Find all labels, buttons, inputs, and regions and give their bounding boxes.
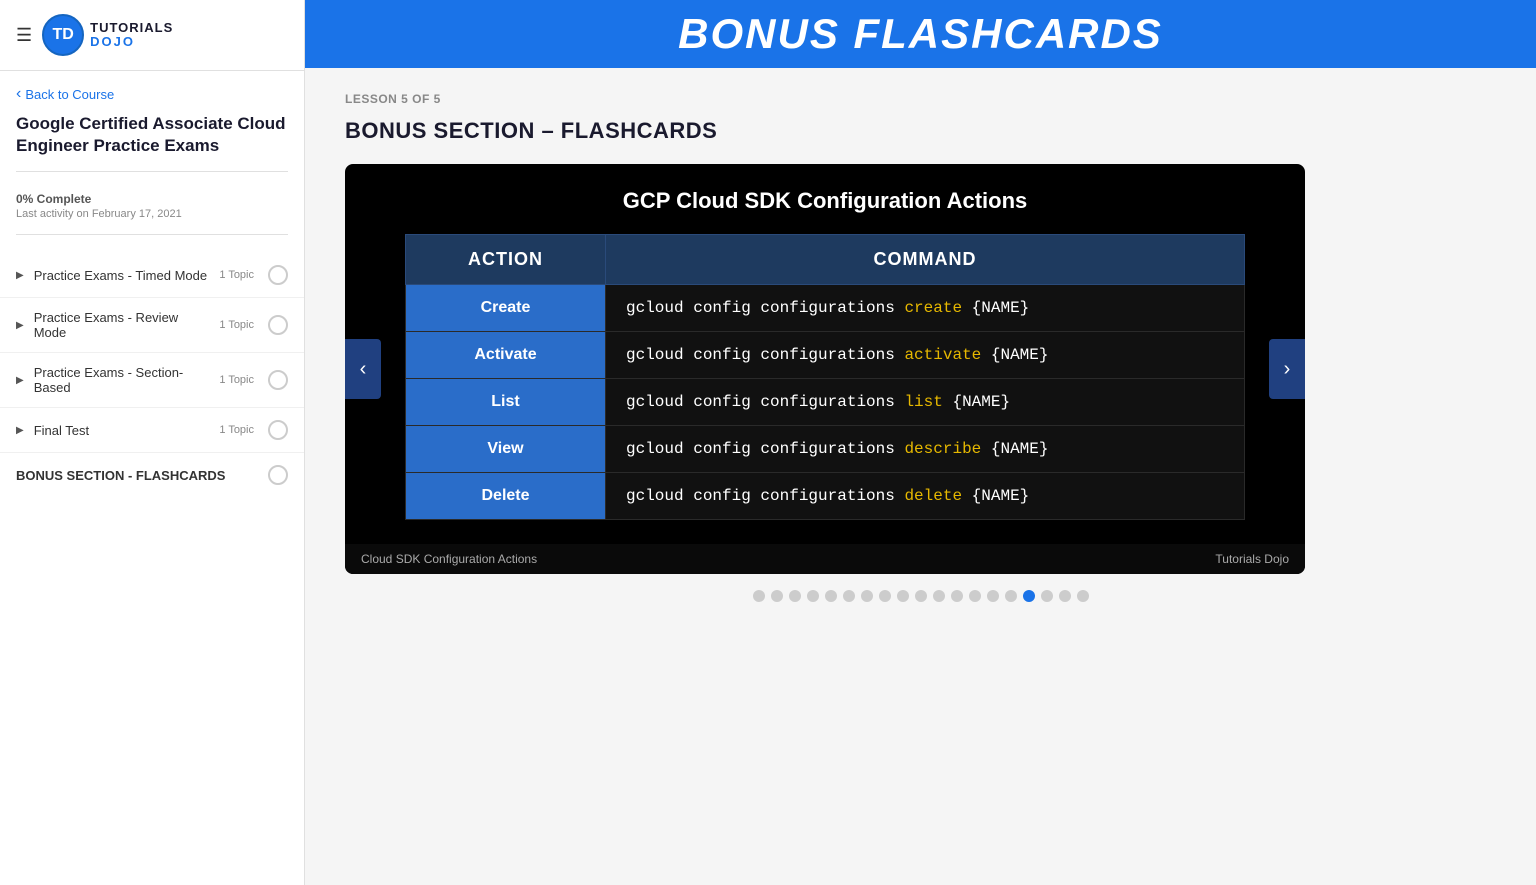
slide-dot[interactable]: [843, 590, 855, 602]
sidebar-item-timed-mode[interactable]: ▶ Practice Exams - Timed Mode 1 Topic: [0, 253, 304, 298]
nav-topic-count: 1 Topic: [219, 269, 254, 281]
nav-topic-count: 1 Topic: [219, 374, 254, 386]
slide-dot[interactable]: [807, 590, 819, 602]
sidebar: ☰ TD TUTORIALS DOJO Back to Course Googl…: [0, 0, 305, 885]
section-heading: BONUS SECTION – FLASHCARDS: [345, 118, 1496, 144]
nav-topic-count: 1 Topic: [219, 319, 254, 331]
slide-dot[interactable]: [861, 590, 873, 602]
table-row: Listgcloud config configurations list {N…: [406, 379, 1245, 426]
nav-item-label: Final Test: [34, 423, 212, 438]
sidebar-item-section-based[interactable]: ▶ Practice Exams - Section-Based 1 Topic: [0, 353, 304, 408]
prev-slide-button[interactable]: ‹: [345, 339, 381, 399]
slide-dot[interactable]: [1077, 590, 1089, 602]
command-cell: gcloud config configurations activate {N…: [606, 332, 1245, 379]
content-area: LESSON 5 OF 5 BONUS SECTION – FLASHCARDS…: [305, 68, 1536, 626]
next-slide-button[interactable]: ›: [1269, 339, 1305, 399]
bonus-item-label: BONUS SECTION - FLASHCARDS: [16, 468, 260, 483]
main-content: BONUS FLASHCARDS LESSON 5 OF 5 BONUS SEC…: [305, 0, 1536, 885]
table-row: Activategcloud config configurations act…: [406, 332, 1245, 379]
top-banner: BONUS FLASHCARDS: [305, 0, 1536, 68]
nav-item-label: Practice Exams - Section-Based: [34, 365, 212, 395]
last-activity: Last activity on February 17, 2021: [16, 208, 288, 220]
nav-topic-count: 1 Topic: [219, 424, 254, 436]
command-cell: gcloud config configurations list {NAME}: [606, 379, 1245, 426]
completion-circle: [268, 315, 288, 335]
action-cell: List: [406, 379, 606, 426]
sidebar-item-final-test[interactable]: ▶ Final Test 1 Topic: [0, 408, 304, 453]
table-header-row: ACTION COMMAND: [406, 235, 1245, 285]
chevron-right-icon: ▶: [16, 425, 24, 436]
action-cell: View: [406, 426, 606, 473]
completion-circle: [268, 465, 288, 485]
slide-dot[interactable]: [897, 590, 909, 602]
logo-icon: TD: [42, 14, 84, 56]
slide-dot[interactable]: [1059, 590, 1071, 602]
slide-dots: [345, 590, 1496, 602]
back-to-course-button[interactable]: Back to Course: [16, 85, 288, 103]
slide-dot[interactable]: [951, 590, 963, 602]
logo-dojo: DOJO: [90, 35, 173, 49]
command-cell: gcloud config configurations describe {N…: [606, 426, 1245, 473]
table-row: Deletegcloud config configurations delet…: [406, 473, 1245, 520]
slide-dot[interactable]: [1041, 590, 1053, 602]
slide-dot[interactable]: [915, 590, 927, 602]
slide-dot[interactable]: [771, 590, 783, 602]
slide-dot[interactable]: [753, 590, 765, 602]
flashcard-inner: GCP Cloud SDK Configuration Actions ACTI…: [345, 164, 1305, 544]
completion-circle: [268, 420, 288, 440]
sidebar-item-review-mode[interactable]: ▶ Practice Exams - Review Mode 1 Topic: [0, 298, 304, 353]
slide-dot[interactable]: [969, 590, 981, 602]
command-cell: gcloud config configurations delete {NAM…: [606, 473, 1245, 520]
flashcard-footer: Cloud SDK Configuration Actions Tutorial…: [345, 544, 1305, 574]
progress-text: 0% Complete: [16, 192, 288, 206]
completion-circle: [268, 265, 288, 285]
logo-text: TUTORIALS DOJO: [90, 21, 173, 50]
flashcard-container: ‹ GCP Cloud SDK Configuration Actions AC…: [345, 164, 1305, 574]
progress-section: 0% Complete Last activity on February 17…: [16, 192, 288, 235]
chevron-right-icon: ▶: [16, 270, 24, 281]
slide-dot[interactable]: [825, 590, 837, 602]
slide-dot[interactable]: [1005, 590, 1017, 602]
slide-dot[interactable]: [1023, 590, 1035, 602]
slide-dot[interactable]: [987, 590, 999, 602]
action-cell: Activate: [406, 332, 606, 379]
flashcard-table: ACTION COMMAND Creategcloud config confi…: [405, 234, 1245, 520]
lesson-info: LESSON 5 OF 5: [345, 92, 1496, 106]
footer-left: Cloud SDK Configuration Actions: [361, 552, 537, 566]
chevron-right-icon: ▶: [16, 375, 24, 386]
sidebar-nav: ▶ Practice Exams - Timed Mode 1 Topic ▶ …: [0, 249, 304, 501]
slide-dot[interactable]: [879, 590, 891, 602]
slide-dot[interactable]: [789, 590, 801, 602]
col-command-header: COMMAND: [606, 235, 1245, 285]
action-cell: Delete: [406, 473, 606, 520]
action-cell: Create: [406, 285, 606, 332]
col-action-header: ACTION: [406, 235, 606, 285]
sidebar-header: ☰ TD TUTORIALS DOJO: [0, 0, 304, 71]
logo: TD TUTORIALS DOJO: [42, 14, 173, 56]
slide-dot[interactable]: [933, 590, 945, 602]
logo-tutorials: TUTORIALS: [90, 21, 173, 35]
course-title: Google Certified Associate Cloud Enginee…: [16, 113, 288, 172]
table-row: Creategcloud config configurations creat…: [406, 285, 1245, 332]
table-row: Viewgcloud config configurations describ…: [406, 426, 1245, 473]
completion-circle: [268, 370, 288, 390]
footer-right: Tutorials Dojo: [1215, 552, 1289, 566]
flashcard-title: GCP Cloud SDK Configuration Actions: [405, 188, 1245, 214]
sidebar-item-bonus-flashcards[interactable]: BONUS SECTION - FLASHCARDS: [0, 453, 304, 497]
hamburger-icon[interactable]: ☰: [16, 25, 32, 46]
banner-title: BONUS FLASHCARDS: [678, 10, 1163, 58]
chevron-right-icon: ▶: [16, 320, 24, 331]
nav-item-label: Practice Exams - Timed Mode: [34, 268, 212, 283]
nav-item-label: Practice Exams - Review Mode: [34, 310, 212, 340]
command-cell: gcloud config configurations create {NAM…: [606, 285, 1245, 332]
